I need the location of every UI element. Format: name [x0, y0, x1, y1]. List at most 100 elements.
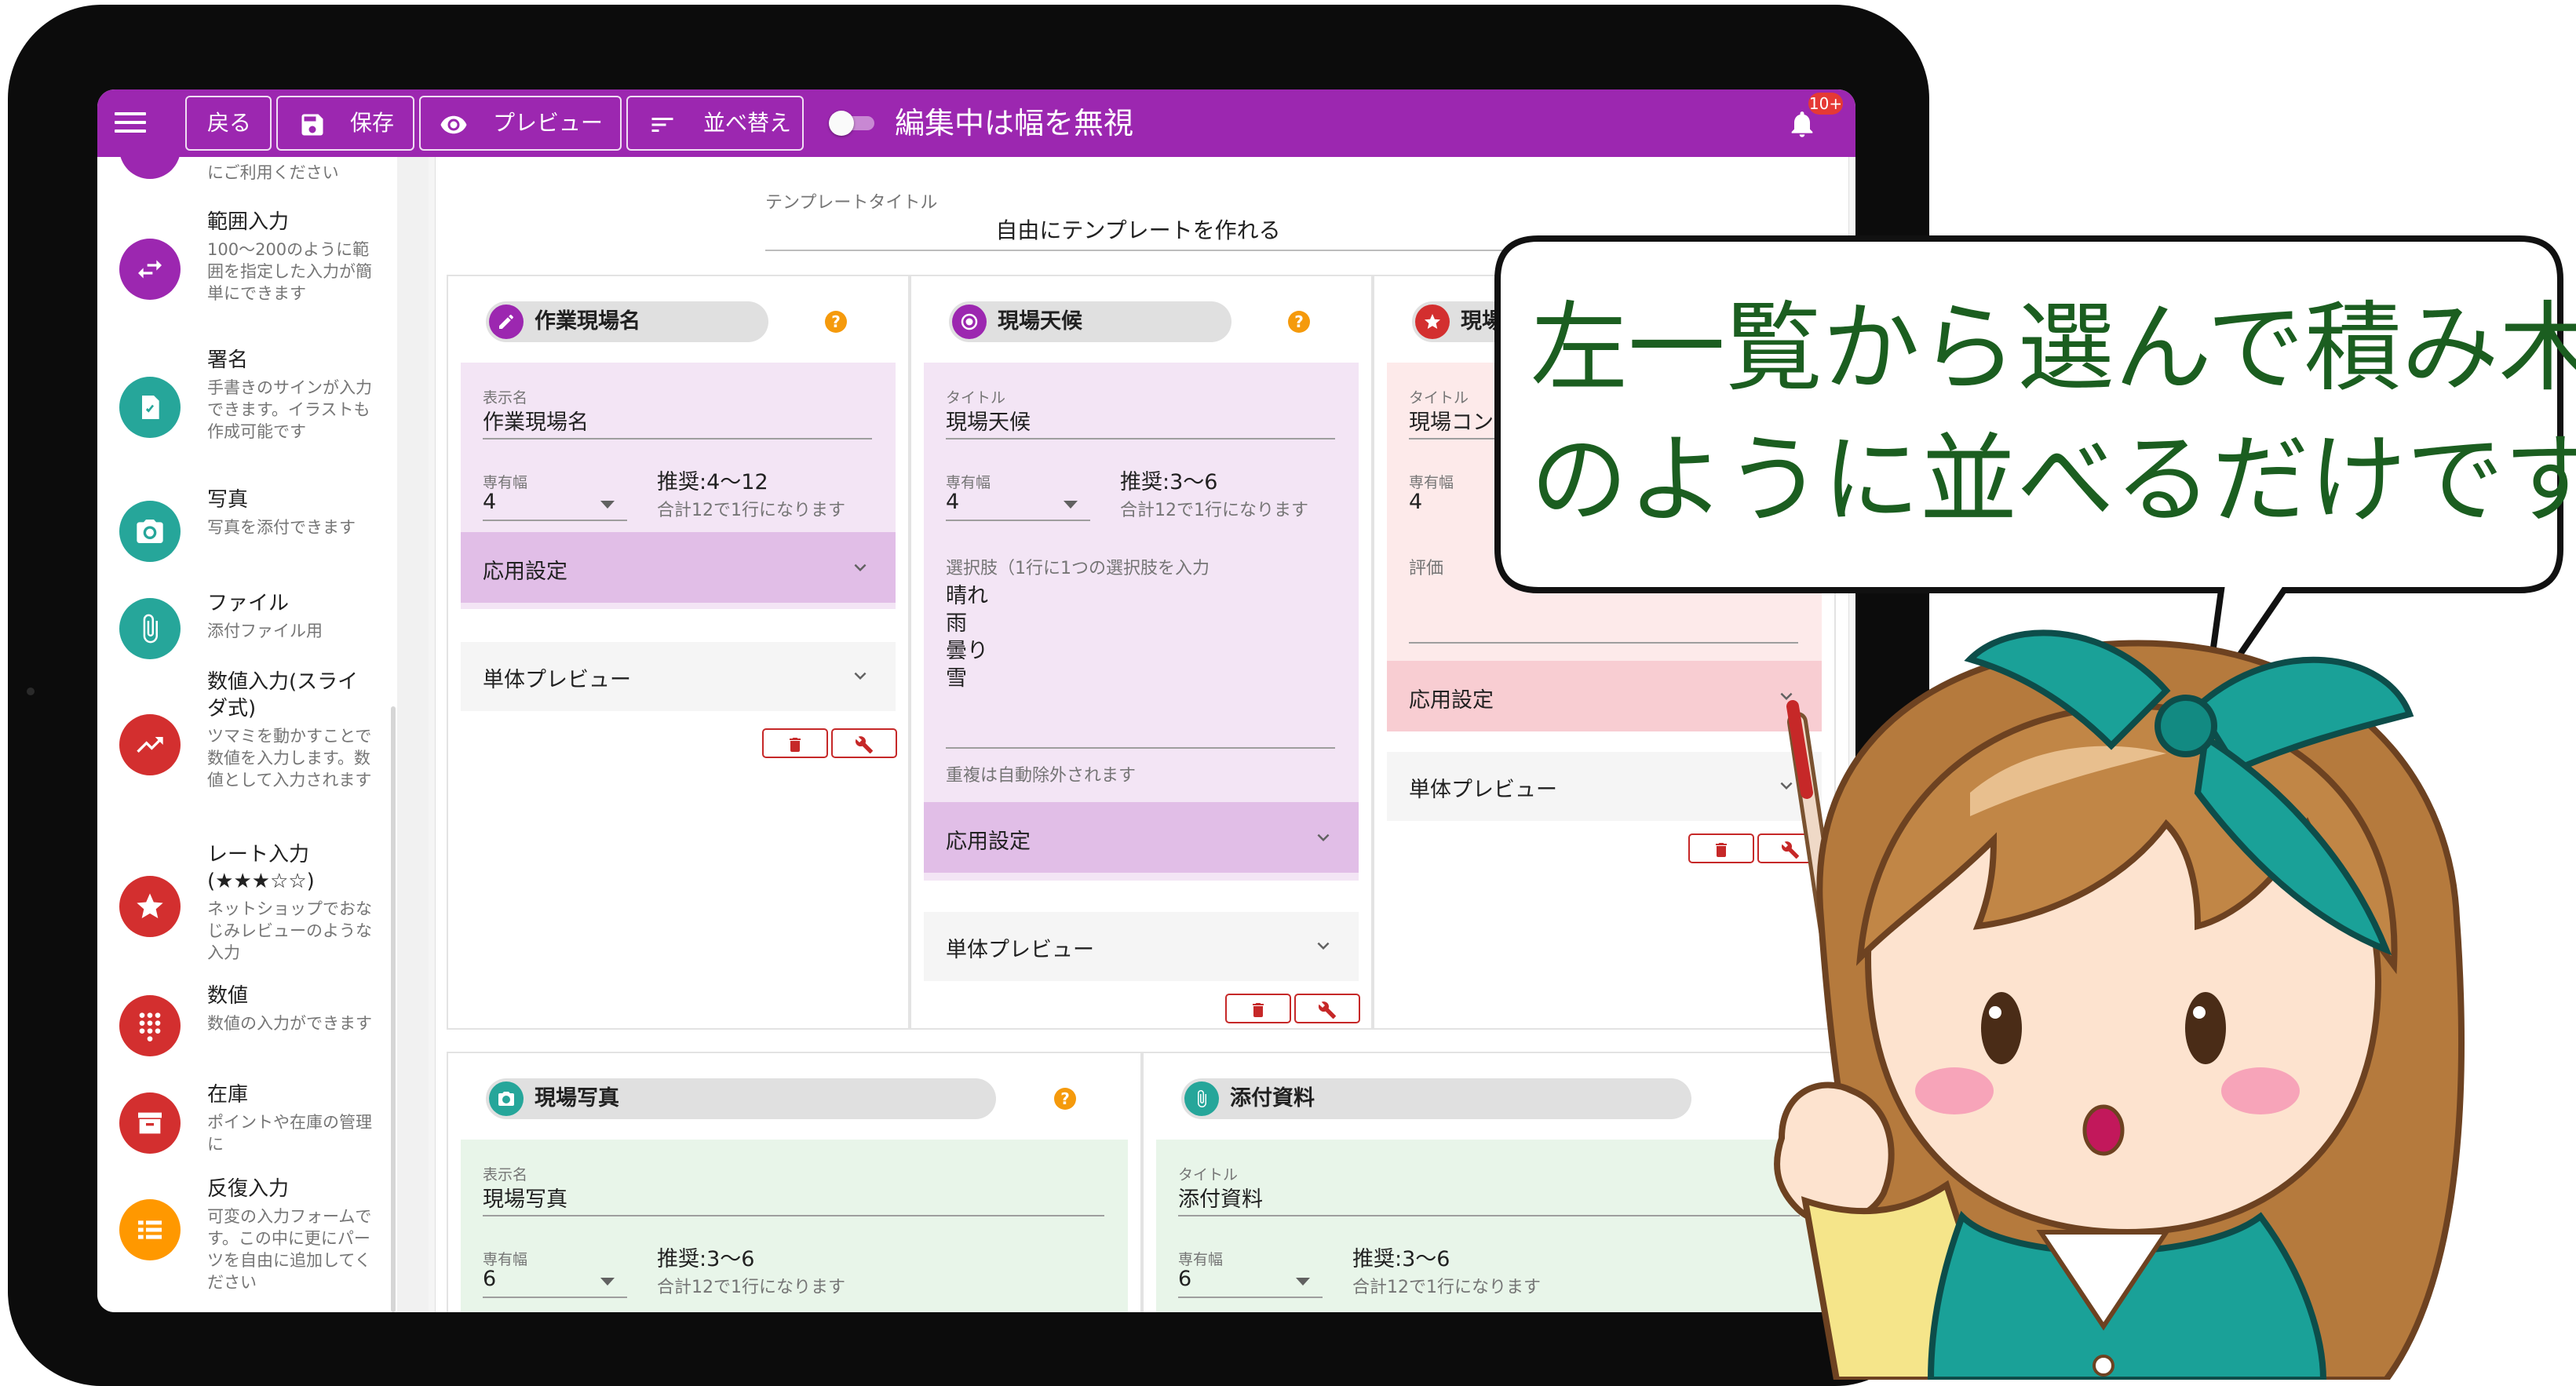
- width-hint: 合計12で1行になります: [657, 1278, 845, 1297]
- advanced-settings-toggle[interactable]: 応用設定: [461, 532, 896, 603]
- width-select[interactable]: 6: [1178, 1267, 1191, 1291]
- display-name-underline: [483, 438, 872, 440]
- chevron-down-icon: [1317, 833, 1330, 841]
- ignore-width-label: 編集中は幅を無視: [895, 106, 1134, 140]
- top-toolbar: 戻る 保存 プレビュー 並べ替え 編集中は幅を無視 10+: [97, 89, 1855, 157]
- width-label: 専有幅: [946, 474, 991, 491]
- sidebar-scrollbar[interactable]: [391, 706, 396, 1312]
- help-icon[interactable]: ?: [825, 311, 847, 333]
- width-underline: [483, 520, 627, 521]
- list-icon: [119, 1199, 181, 1260]
- title-label: タイトル: [1178, 1166, 1239, 1184]
- single-preview-toggle[interactable]: 単体プレビュー: [461, 642, 896, 711]
- sidebar-item-title: 範囲入力: [207, 210, 290, 234]
- part-card-site-photo[interactable]: 現場写真 ? 表示名 現場写真 専有幅 6 推奨:3〜6 合計12で1行になりま…: [447, 1052, 1142, 1312]
- pencil-icon: [489, 305, 524, 339]
- width-label: 専有幅: [483, 1251, 528, 1268]
- star-icon: [119, 876, 181, 937]
- sidebar-item-title: ファイル: [207, 592, 290, 615]
- display-name-input[interactable]: 作業現場名: [483, 405, 589, 436]
- menu-icon[interactable]: [115, 107, 146, 138]
- single-preview-label: 単体プレビュー: [946, 938, 1094, 962]
- template-title-underline: [765, 250, 1511, 251]
- preview-button[interactable]: プレビュー: [419, 96, 622, 151]
- width-recommendation: 推奨:3〜6: [1352, 1247, 1450, 1271]
- sidebar-item-title: 署名: [207, 348, 249, 372]
- display-name-underline: [483, 1215, 1104, 1216]
- sidebar-item-repeat[interactable]: 反復入力 可変の入力フォームです。この中に更にパーツを自由に追加してください: [97, 1176, 388, 1309]
- sidebar-item-title: 反復入力: [207, 1177, 290, 1201]
- part-title-chip: 現場写真: [486, 1078, 996, 1119]
- display-name-input[interactable]: 現場写真: [483, 1182, 567, 1213]
- eye-icon: [440, 115, 467, 134]
- sidebar-item-number[interactable]: 数値 数値の入力ができます: [97, 983, 388, 1069]
- settings-wrench-button[interactable]: [1294, 994, 1360, 1023]
- part-card-site-name[interactable]: 作業現場名 ? 表示名 作業現場名 専有幅 4 推奨:4〜12 合計12で1行に…: [447, 275, 910, 1030]
- advanced-settings-label: 応用設定: [1409, 688, 1494, 713]
- part-title: 現場天候: [998, 309, 1082, 334]
- speech-bubble-text: 左一覧から選んで積み木 のように並べるだけです: [1531, 283, 2576, 546]
- paperclip-icon: [119, 598, 181, 659]
- trash-icon: [790, 738, 801, 752]
- sidebar-item-desc: ネットショップでおなじみレビューのような入力: [207, 899, 372, 962]
- back-button[interactable]: 戻る: [185, 96, 272, 151]
- swap-arrows-icon: [119, 239, 181, 300]
- help-icon[interactable]: ?: [1288, 311, 1310, 333]
- title-input[interactable]: 添付資料: [1178, 1182, 1263, 1213]
- width-select[interactable]: 4: [946, 490, 959, 514]
- advanced-settings-label: 応用設定: [483, 560, 567, 584]
- width-select[interactable]: 6: [483, 1267, 496, 1291]
- signature-icon: [119, 377, 181, 438]
- template-title-label: テンプレートタイトル: [765, 193, 938, 213]
- notification-badge: 10+: [1808, 93, 1843, 115]
- ignore-width-toggle[interactable]: [829, 108, 878, 137]
- advanced-settings-label: 応用設定: [946, 830, 1031, 854]
- help-icon[interactable]: ?: [1054, 1088, 1076, 1110]
- option-line: 晴れ: [946, 584, 988, 608]
- delete-button[interactable]: [1225, 994, 1291, 1023]
- save-button-label: 保存: [350, 110, 395, 136]
- template-title-input[interactable]: 自由にテンプレートを作れる: [765, 213, 1511, 245]
- single-preview-label: 単体プレビュー: [1409, 778, 1557, 802]
- sidebar-item-stock[interactable]: 在庫 ポイントや在庫の管理に: [97, 1081, 388, 1160]
- parts-sidebar: にご利用ください 範囲入力 100～200のように範囲を指定した入力が簡単にでき…: [97, 157, 397, 1312]
- sidebar-item-title: 数値入力(スライダ式): [207, 670, 359, 720]
- single-preview-toggle[interactable]: 単体プレビュー: [924, 912, 1359, 981]
- title-label: タイトル: [946, 389, 1006, 407]
- wrench-icon: [855, 736, 873, 753]
- chevron-down-icon: [600, 501, 615, 509]
- sidebar-item-desc: にご利用ください: [207, 163, 339, 182]
- sidebar-item-range[interactable]: 範囲入力 100～200のように範囲を指定した入力が簡単にできます: [97, 209, 388, 334]
- sort-button[interactable]: 並べ替え: [626, 96, 804, 151]
- width-hint: 合計12で1行になります: [1120, 501, 1308, 520]
- delete-button[interactable]: [762, 728, 828, 758]
- part-card-weather[interactable]: 現場天候 ? タイトル 現場天候 専有幅 4 推奨:3〜6 合計12で1行になり…: [910, 275, 1373, 1030]
- option-line: 雪: [946, 666, 967, 691]
- sidebar-item-signature[interactable]: 署名 手書きのサインが入力できます。イラストも作成可能です: [97, 347, 388, 465]
- sidebar-item-rating[interactable]: レート入力(★★★☆☆) ネットショップでおなじみレビューのような入力: [97, 841, 388, 967]
- trash-icon: [1253, 1003, 1264, 1017]
- part-title: 現場写真: [535, 1086, 619, 1111]
- mascot-girl-illustration: [1774, 629, 2465, 1380]
- options-textarea[interactable]: 晴れ 雨 曇り 雪: [946, 582, 1335, 739]
- width-select[interactable]: 4: [483, 490, 496, 514]
- sidebar-item-desc: ツマミを動かすことで数値を入力します。数値として入力されます: [207, 727, 372, 790]
- width-select[interactable]: 4: [1409, 490, 1422, 514]
- save-icon: [301, 114, 323, 136]
- settings-wrench-button[interactable]: [831, 728, 897, 758]
- archive-icon: [119, 1092, 181, 1154]
- chevron-down-icon: [1317, 942, 1330, 950]
- sidebar-item-file[interactable]: ファイル 添付ファイル用: [97, 590, 388, 669]
- title-input[interactable]: 現場天候: [946, 405, 1031, 436]
- advanced-settings-toggle[interactable]: 応用設定: [924, 802, 1359, 873]
- sidebar-item-desc: 可変の入力フォームです。この中に更にパーツを自由に追加してください: [207, 1207, 372, 1292]
- save-button[interactable]: 保存: [276, 96, 414, 151]
- part-title-chip: 現場天候: [949, 301, 1231, 342]
- sidebar-item-partial[interactable]: にご利用ください: [97, 157, 388, 182]
- width-hint: 合計12で1行になります: [1352, 1278, 1541, 1297]
- sidebar-item-slider[interactable]: 数値入力(スライダ式) ツマミを動かすことで数値を入力します。数値として入力され…: [97, 669, 388, 826]
- title-underline: [946, 438, 1335, 440]
- rating-label: 評価: [1409, 559, 1444, 578]
- sidebar-item-photo[interactable]: 写真 写真を添付できます: [97, 487, 388, 573]
- sort-button-label: 並べ替え: [703, 110, 792, 136]
